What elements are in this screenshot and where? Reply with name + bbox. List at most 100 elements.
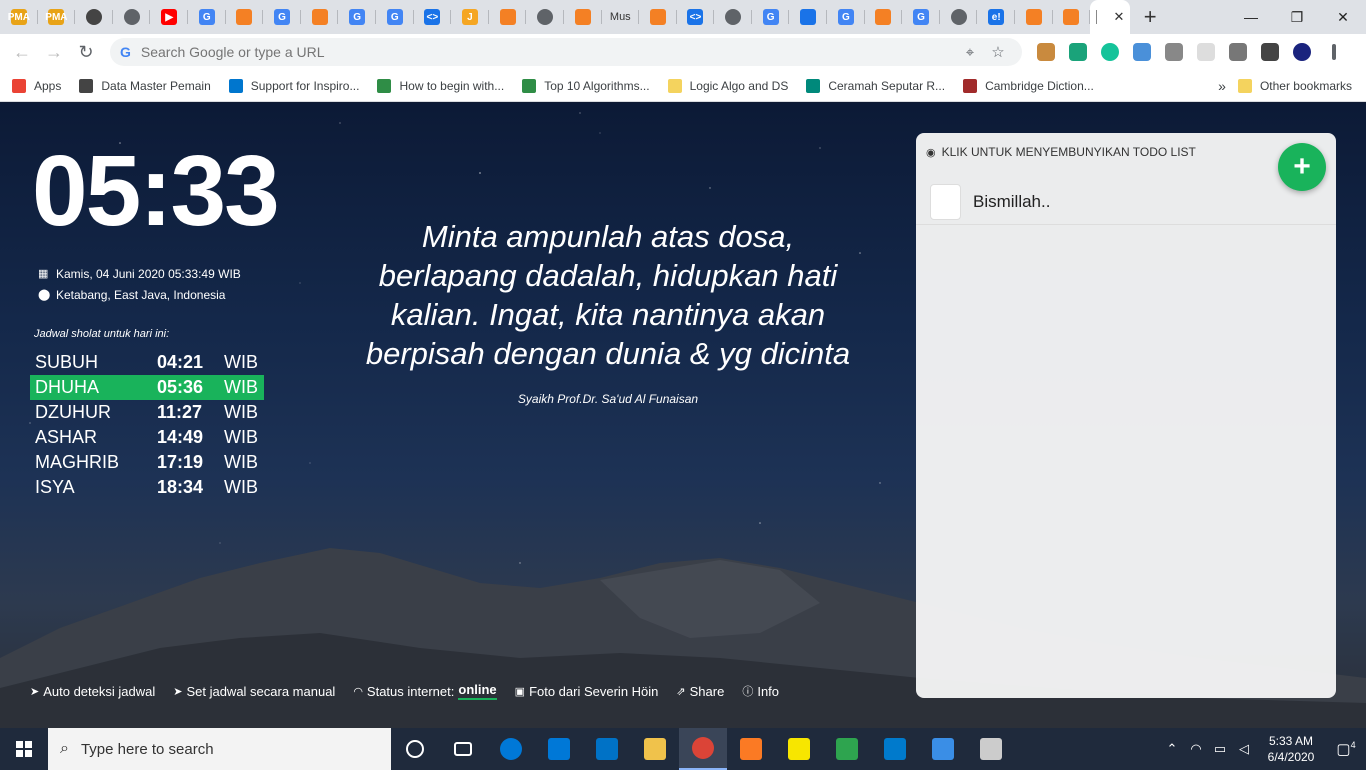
close-tab-icon[interactable]: ✕	[1114, 9, 1125, 25]
stackoverflow-icon	[649, 9, 666, 25]
bookmark-item[interactable]: Logic Algo and DS	[667, 78, 788, 93]
bookmark-item[interactable]: Data Master Pemain	[79, 78, 211, 93]
other-bookmarks[interactable]: Other bookmarks	[1237, 78, 1352, 93]
volume-icon[interactable]: ◁	[1232, 741, 1256, 757]
browser-tab[interactable]: G	[263, 0, 301, 34]
bookmark-item[interactable]: Top 10 Algorithms...	[522, 78, 650, 93]
extension-button[interactable]	[1158, 36, 1190, 68]
notification-center-button[interactable]: ▢4	[1326, 740, 1366, 758]
browser-tab[interactable]	[113, 0, 151, 34]
taskbar-app[interactable]	[823, 728, 871, 770]
vuetify-icon	[1165, 43, 1183, 61]
browser-tab[interactable]	[226, 0, 264, 34]
taskbar-app[interactable]	[439, 728, 487, 770]
extension-button[interactable]	[1126, 36, 1158, 68]
prayer-name: MAGHRIB	[35, 452, 120, 472]
cambridge-icon	[963, 78, 978, 93]
browser-tab[interactable]	[1053, 0, 1091, 34]
browser-tab[interactable]: G	[902, 0, 940, 34]
browser-tab[interactable]	[526, 0, 564, 34]
back-button[interactable]: ←	[6, 36, 38, 68]
taskbar-app[interactable]	[967, 728, 1015, 770]
extension-button[interactable]	[1318, 36, 1350, 68]
browser-tab[interactable]: G	[376, 0, 414, 34]
taskbar-app[interactable]	[871, 728, 919, 770]
todo-checkbox[interactable]	[930, 183, 961, 220]
tray-clock[interactable]: 5:33 AM 6/4/2020	[1256, 733, 1326, 765]
new-tab-button[interactable]: +	[1130, 0, 1170, 34]
browser-tab[interactable]: G	[827, 0, 865, 34]
bookmark-item[interactable]: How to begin with...	[377, 78, 504, 93]
taskbar-app[interactable]	[631, 728, 679, 770]
browser-tab[interactable]: <>	[414, 0, 452, 34]
browser-tab[interactable]	[865, 0, 903, 34]
taskbar-app[interactable]	[487, 728, 535, 770]
maximize-button[interactable]: ❐	[1274, 0, 1320, 34]
manual-schedule-link[interactable]: ➤ Set jadwal secara manual	[173, 682, 335, 700]
browser-tab[interactable]: ▶	[150, 0, 188, 34]
taskbar-app[interactable]	[679, 728, 727, 770]
extension-button[interactable]	[1094, 36, 1126, 68]
start-button[interactable]	[0, 728, 48, 770]
browser-tab[interactable]	[75, 0, 113, 34]
reload-button[interactable]: ↻	[70, 36, 102, 68]
bookmarks-overflow-button[interactable]: »	[1218, 78, 1226, 94]
browser-tab[interactable]: PMA	[38, 0, 76, 34]
bookmark-item[interactable]: Apps	[12, 78, 61, 93]
browser-tab[interactable]: G	[752, 0, 790, 34]
minimize-button[interactable]: —	[1228, 0, 1274, 34]
browser-tab[interactable]	[301, 0, 339, 34]
browser-tab[interactable]	[489, 0, 527, 34]
active-tab[interactable]: ✕	[1090, 0, 1131, 34]
photo-credit-link[interactable]: ▣ Foto dari Severin Höin	[515, 682, 659, 700]
browser-tab[interactable]: G	[338, 0, 376, 34]
browser-tab[interactable]: <>	[677, 0, 715, 34]
bookmark-item[interactable]: Cambridge Diction...	[963, 78, 1094, 93]
apps-grid-icon	[12, 78, 26, 93]
browser-tab[interactable]	[940, 0, 978, 34]
bookmark-star-icon[interactable]: ☆	[984, 43, 1012, 61]
browser-tab[interactable]: J	[451, 0, 489, 34]
taskbar-app[interactable]	[583, 728, 631, 770]
omnibox[interactable]: G ⌖ ☆	[110, 38, 1022, 66]
extension-button[interactable]	[1030, 36, 1062, 68]
location-icon[interactable]: ⌖	[956, 44, 984, 61]
navigation-arrow-icon: ➤	[173, 685, 183, 698]
browser-tab[interactable]	[789, 0, 827, 34]
omnibox-input[interactable]	[140, 44, 956, 60]
tray-date: 6/4/2020	[1267, 750, 1315, 764]
new-tab-page: 05:33 ▦ Kamis, 04 Juni 2020 05:33:49 WIB…	[0, 103, 1366, 728]
browser-tab[interactable]: PMA	[0, 0, 38, 34]
browser-tab[interactable]	[639, 0, 677, 34]
robot-icon	[85, 9, 102, 25]
extension-button[interactable]	[1222, 36, 1254, 68]
taskbar-search[interactable]: ⌕ Type here to search	[48, 728, 391, 770]
browser-tab[interactable]	[1015, 0, 1053, 34]
taskbar-app[interactable]	[535, 728, 583, 770]
taskbar-app[interactable]	[775, 728, 823, 770]
forward-button[interactable]: →	[38, 36, 70, 68]
extension-button[interactable]	[1254, 36, 1286, 68]
auto-detect-link[interactable]: ➤ Auto deteksi jadwal	[30, 682, 155, 700]
bookmark-item[interactable]: Ceramah Seputar R...	[806, 78, 945, 93]
tray-overflow-icon[interactable]: ⌃	[1160, 741, 1184, 757]
extension-button[interactable]	[1190, 36, 1222, 68]
battery-icon[interactable]: ▭	[1208, 741, 1232, 757]
taskbar-app[interactable]	[391, 728, 439, 770]
browser-tab[interactable]: G	[188, 0, 226, 34]
browser-tab[interactable]	[714, 0, 752, 34]
close-window-button[interactable]: ✕	[1320, 0, 1366, 34]
taskbar-app[interactable]	[919, 728, 967, 770]
prayer-time: 04:21	[157, 352, 204, 372]
browser-tab[interactable]: Mus	[602, 0, 640, 34]
todo-toggle-header[interactable]: ◉ KLIK UNTUK MENYEMBUNYIKAN TODO LIST	[926, 145, 1196, 159]
share-link[interactable]: ⇗ Share	[676, 682, 724, 700]
extension-button[interactable]	[1286, 36, 1318, 68]
browser-tab[interactable]	[564, 0, 602, 34]
wifi-tray-icon[interactable]: ◠	[1184, 741, 1208, 757]
taskbar-app[interactable]	[727, 728, 775, 770]
bookmark-item[interactable]: Support for Inspiro...	[228, 78, 359, 93]
extension-button[interactable]	[1062, 36, 1094, 68]
browser-tab[interactable]: e!	[977, 0, 1015, 34]
info-link[interactable]: ⓘ Info	[742, 682, 779, 700]
